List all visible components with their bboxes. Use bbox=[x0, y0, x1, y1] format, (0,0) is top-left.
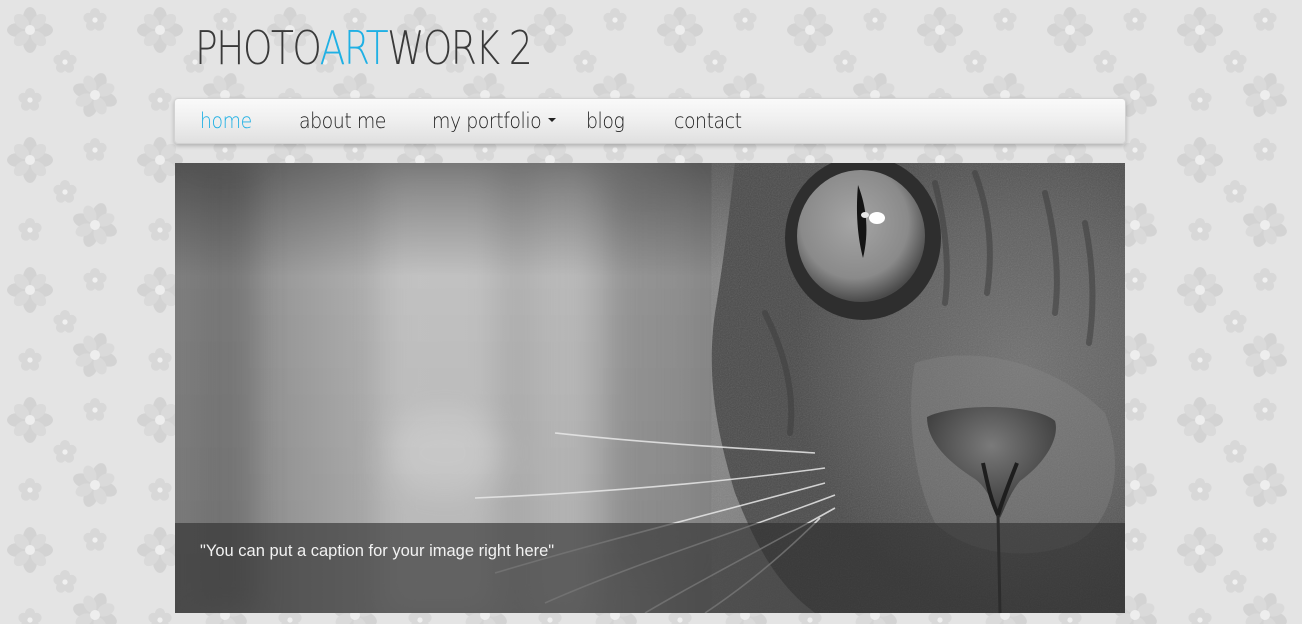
chevron-down-icon[interactable] bbox=[548, 118, 556, 122]
logo-text-photo: PHOTO bbox=[195, 21, 321, 75]
logo-text-art: ART bbox=[319, 21, 389, 75]
main-navigation: home about me my portfolio blog contact bbox=[174, 98, 1126, 144]
nav-item-home[interactable]: home bbox=[200, 106, 252, 136]
image-caption: "You can put a caption for your image ri… bbox=[200, 542, 555, 560]
site-logo[interactable]: PHOTOARTWORK 2 bbox=[195, 20, 533, 76]
nav-item-my-portfolio[interactable]: my portfolio bbox=[432, 106, 542, 136]
hero-slider: "You can put a caption for your image ri… bbox=[175, 163, 1125, 613]
logo-text-work: WORK 2 bbox=[387, 21, 533, 75]
caption-bar: "You can put a caption for your image ri… bbox=[175, 523, 1125, 613]
nav-item-about-me[interactable]: about me bbox=[299, 106, 386, 136]
nav-item-blog[interactable]: blog bbox=[586, 106, 625, 136]
nav-item-contact[interactable]: contact bbox=[674, 106, 742, 136]
